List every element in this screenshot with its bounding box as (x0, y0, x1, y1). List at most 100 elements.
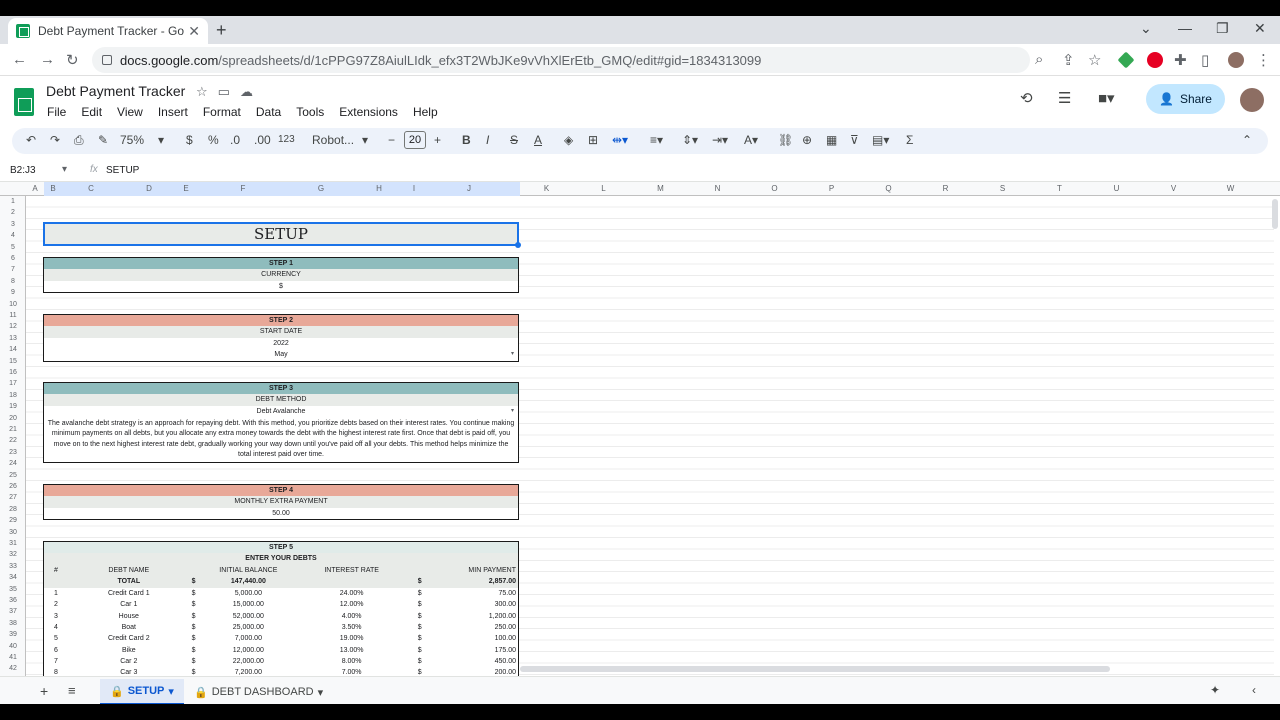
horizontal-scrollbar[interactable] (520, 666, 1110, 672)
row-header[interactable]: 41 (0, 654, 26, 661)
menu-tools[interactable]: Tools (295, 103, 325, 121)
column-header-h[interactable]: H (350, 184, 408, 193)
debt-balance-cell[interactable]: 52,000.00 (209, 610, 287, 621)
column-header-i[interactable]: I (408, 184, 420, 193)
text-wrap-icon[interactable]: ⇥▾ (712, 133, 728, 147)
debt-balance-cell[interactable]: 7,000.00 (209, 633, 287, 644)
row-header[interactable]: 32 (0, 551, 26, 558)
row-header[interactable]: 25 (0, 472, 26, 479)
functions-button[interactable]: Σ (906, 133, 913, 147)
comments-icon[interactable]: ☰ (1058, 89, 1071, 107)
pinterest-extension-icon[interactable] (1147, 52, 1163, 68)
debt-n-cell[interactable]: 8 (44, 667, 68, 676)
debt-n-cell[interactable]: 5 (44, 633, 68, 644)
debt-rate-cell[interactable]: 3.50% (287, 622, 415, 633)
zoom-select[interactable]: 75% (120, 133, 144, 147)
debt-method-dropdown[interactable]: Debt Avalanche ▾ (44, 406, 518, 417)
font-size-input[interactable]: 20 (404, 131, 426, 149)
currency-symbol[interactable]: $ (190, 667, 210, 676)
close-window-icon[interactable]: ✕ (1254, 20, 1266, 37)
undo-icon[interactable]: ↶ (26, 133, 36, 147)
debt-name-cell[interactable]: Bike (68, 645, 190, 656)
paint-format-icon[interactable]: ✎ (98, 133, 108, 147)
column-header-w[interactable]: W (1202, 184, 1259, 193)
horizontal-align-icon[interactable]: ≡▾ (650, 133, 663, 147)
row-header[interactable]: 5 (0, 244, 26, 251)
column-header-a[interactable]: A (26, 184, 44, 193)
debt-name-cell[interactable]: Credit Card 2 (68, 633, 190, 644)
strikethrough-button[interactable]: S (510, 133, 518, 147)
debt-n-cell[interactable]: 1 (44, 588, 68, 599)
row-header[interactable]: 21 (0, 426, 26, 433)
row-header[interactable]: 6 (0, 255, 26, 262)
debt-balance-cell[interactable]: 22,000.00 (209, 656, 287, 667)
row-header[interactable]: 18 (0, 392, 26, 399)
menu-help[interactable]: Help (412, 103, 439, 121)
name-box[interactable]: B2:J3 (10, 165, 36, 176)
profile-avatar[interactable] (1228, 52, 1244, 68)
currency-format-button[interactable]: $ (186, 133, 193, 147)
debt-rate-cell[interactable]: 8.00% (287, 656, 415, 667)
row-header[interactable]: 26 (0, 483, 26, 490)
currency-symbol[interactable]: $ (416, 588, 436, 599)
url-input[interactable]: docs.google.com/spreadsheets/d/1cPPG97Z8… (92, 47, 1030, 73)
menu-file[interactable]: File (46, 103, 67, 121)
debt-balance-cell[interactable]: 5,000.00 (209, 588, 287, 599)
currency-symbol[interactable]: $ (416, 667, 436, 676)
column-header-v[interactable]: V (1145, 184, 1202, 193)
row-header[interactable]: 14 (0, 346, 26, 353)
restore-icon[interactable]: ❐ (1216, 20, 1229, 37)
menu-extensions[interactable]: Extensions (338, 103, 399, 121)
tab-search-icon[interactable]: ⌄ (1140, 20, 1152, 37)
row-header[interactable]: 42 (0, 665, 26, 672)
extra-payment-input[interactable]: 50.00 (44, 508, 518, 519)
debt-n-cell[interactable]: 3 (44, 610, 68, 621)
menu-view[interactable]: View (116, 103, 144, 121)
column-header-q[interactable]: Q (860, 184, 917, 193)
forward-icon[interactable]: → (40, 51, 55, 68)
share-page-icon[interactable]: ⇪ (1062, 51, 1075, 69)
side-panel-icon[interactable]: ▯ (1201, 51, 1209, 69)
sheet-tab-setup[interactable]: 🔒 SETUP ▾ (100, 679, 184, 704)
debt-name-cell[interactable]: Boat (68, 622, 190, 633)
column-header-c[interactable]: C (62, 184, 120, 193)
column-header-k[interactable]: K (518, 184, 575, 193)
row-header[interactable]: 1 (0, 198, 26, 205)
debt-n-cell[interactable]: 6 (44, 645, 68, 656)
more-formats-button[interactable]: 123 (278, 134, 295, 145)
row-header[interactable]: 19 (0, 403, 26, 410)
explore-icon[interactable]: ✦ (1210, 683, 1220, 697)
row-header[interactable]: 16 (0, 369, 26, 376)
row-header[interactable]: 23 (0, 449, 26, 456)
debt-name-cell[interactable]: House (68, 610, 190, 621)
debt-min-cell[interactable]: 75.00 (435, 588, 518, 599)
row-header[interactable]: 3 (0, 221, 26, 228)
debt-min-cell[interactable]: 300.00 (435, 599, 518, 610)
setup-title-cell[interactable]: SETUP (43, 222, 521, 248)
column-header-n[interactable]: N (689, 184, 746, 193)
row-header[interactable]: 9 (0, 289, 26, 296)
sheets-logo-icon[interactable] (14, 88, 34, 116)
debt-min-cell[interactable]: 175.00 (435, 645, 518, 656)
chevron-down-icon[interactable]: ▾ (158, 133, 164, 147)
chevron-down-icon[interactable]: ▾ (168, 685, 174, 698)
browser-menu-icon[interactable]: ⋮ (1256, 51, 1271, 69)
vertical-align-icon[interactable]: ⇕▾ (682, 133, 698, 147)
debt-name-cell[interactable]: Car 1 (68, 599, 190, 610)
start-month-dropdown[interactable]: May ▾ (44, 349, 518, 360)
debt-min-cell[interactable]: 250.00 (435, 622, 518, 633)
column-header-t[interactable]: T (1031, 184, 1088, 193)
chevron-down-icon[interactable]: ▾ (362, 133, 368, 147)
row-header[interactable]: 11 (0, 312, 26, 319)
menu-edit[interactable]: Edit (80, 103, 103, 121)
bookmark-star-icon[interactable]: ☆ (1088, 51, 1101, 69)
row-header[interactable]: 27 (0, 494, 26, 501)
currency-symbol[interactable]: $ (416, 622, 436, 633)
row-header[interactable]: 36 (0, 597, 26, 604)
account-avatar[interactable] (1240, 88, 1264, 112)
bold-button[interactable]: B (462, 133, 471, 147)
row-header[interactable]: 12 (0, 323, 26, 330)
row-header[interactable]: 10 (0, 301, 26, 308)
row-header[interactable]: 35 (0, 586, 26, 593)
currency-symbol[interactable]: $ (190, 610, 210, 621)
